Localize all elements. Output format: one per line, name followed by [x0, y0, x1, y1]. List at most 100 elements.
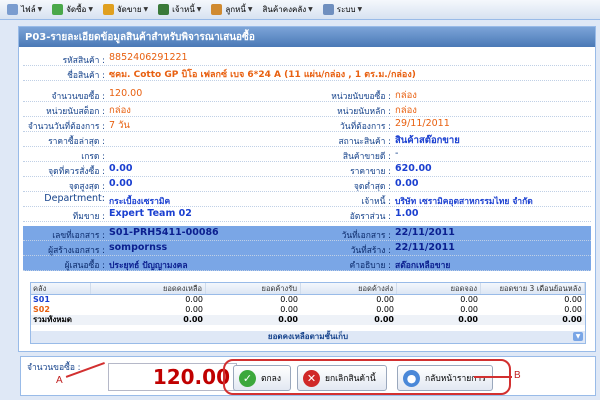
- ok-button[interactable]: ✓ ตกลง: [233, 365, 291, 391]
- warehouse-cell: S01: [33, 295, 50, 304]
- warehouse-grid: คลัง ยอดคงเหลือ ยอดค้างรับ ยอดค้างส่ง ยอ…: [30, 282, 586, 344]
- menu-purchase[interactable]: จัดซื้อ ▼: [47, 1, 98, 19]
- reserved-cell: 0.00: [460, 305, 478, 314]
- days-needed-label: จำนวนวันที่ต้องการ :: [27, 122, 105, 132]
- chevron-down-icon: ▼: [143, 6, 149, 13]
- requester-value: ประยุทธ์ ปัญญามงคล: [109, 261, 188, 271]
- menu-debtor[interactable]: ลูกหนี้ ▼: [206, 1, 257, 19]
- back-label: กลับหน้ารายการ: [425, 374, 486, 384]
- table-row[interactable]: S01 0.00 0.00 0.00 0.00 0.00: [31, 295, 585, 305]
- row-reorder-point: จุดที่ควรสั่งซื้อ : 0.00 ราคาขาย : 620.0…: [23, 162, 591, 177]
- total-balance: 0.00: [183, 315, 203, 324]
- days-needed-value: 7 วัน: [109, 120, 130, 131]
- menu-debtor-label: ลูกหนี้: [225, 5, 246, 14]
- menu-bar: ไฟล์ ▼ จัดซื้อ ▼ จัดขาย ▼ เจ้าหนี้ ▼ ลูกหนี้…: [0, 0, 600, 20]
- min-point-value: 0.00: [395, 178, 419, 189]
- system-icon: [322, 4, 334, 15]
- menu-system[interactable]: ระบบ ▼: [318, 1, 367, 19]
- sale-price-label: ราคาขาย :: [350, 167, 391, 177]
- row-grade: เกรด : สินค้าขายดี : -: [23, 147, 591, 162]
- status-label: สถานะสินค้า :: [338, 137, 391, 147]
- requester-label: ผู้เสนอซื้อ :: [64, 261, 105, 271]
- total-reserved: 0.00: [458, 315, 478, 324]
- main-unit-label: หน่วยนับหลัก :: [337, 107, 391, 117]
- row-max-point: จุดสูงสุด : 0.00 จุดต่ำสุด : 0.00: [23, 177, 591, 192]
- total-pending-send: 0.00: [374, 315, 394, 324]
- shelf-balance-label: ยอดคงเหลือตามชั้นเก็บ: [267, 332, 349, 341]
- grid-header-reserved[interactable]: ยอดจอง: [397, 283, 481, 294]
- created-date-value: 22/11/2011: [395, 242, 455, 253]
- balance-cell: 0.00: [185, 295, 203, 304]
- chevron-down-icon: ▼: [247, 6, 253, 13]
- supplier-label: เจ้าหนี้ :: [361, 197, 391, 207]
- total-sales-3m: 0.00: [562, 315, 582, 324]
- grid-header-warehouse[interactable]: คลัง: [31, 283, 91, 294]
- grid-header-balance[interactable]: ยอดคงเหลือ: [91, 283, 206, 294]
- purchase-icon: [52, 4, 64, 15]
- shelf-balance-toggle[interactable]: ยอดคงเหลือตามชั้นเก็บ ▼: [31, 331, 585, 343]
- menu-system-label: ระบบ: [336, 5, 356, 14]
- department-label: Department:: [44, 193, 105, 204]
- grid-header: คลัง ยอดคงเหลือ ยอดค้างรับ ยอดค้างส่ง ยอ…: [31, 283, 585, 295]
- product-code-value: 8852406291221: [109, 52, 188, 63]
- date-needed-value: 29/11/2011: [395, 118, 450, 129]
- qty-input[interactable]: [108, 363, 237, 391]
- back-to-list-button[interactable]: ● กลับหน้ารายการ: [397, 365, 493, 391]
- product-name-label: ชื่อสินค้า :: [67, 71, 105, 81]
- row-creator: ผู้สร้างเอกสาร : sompornss วันที่สร้าง :…: [23, 241, 591, 256]
- min-point-label: จุดต่ำสุด :: [353, 182, 391, 192]
- menu-creditor-label: เจ้าหนี้: [172, 5, 195, 14]
- menu-file[interactable]: ไฟล์ ▼: [2, 1, 47, 19]
- doc-date-label: วันที่เอกสาร :: [341, 231, 391, 241]
- grid-header-pending-send[interactable]: ยอดค้างส่ง: [301, 283, 397, 294]
- max-point-label: จุดสูงสุด :: [68, 182, 105, 192]
- creator-label: ผู้สร้างเอกสาร :: [48, 246, 105, 256]
- row-team: ทีมขาย : Expert Team 02 อัตราส่วน : 1.00: [23, 207, 591, 222]
- row-latest-cost: ราคาซื้อล่าสุด : สถานะสินค้า : สินค้าสต๊…: [23, 132, 591, 147]
- cancel-icon: ✕: [303, 369, 320, 387]
- menu-sales-label: จัดขาย: [116, 5, 142, 14]
- sale-price-value: 620.00: [395, 163, 432, 174]
- doc-date-value: 22/11/2011: [395, 227, 455, 238]
- check-icon: ✓: [239, 369, 256, 387]
- ratio-label: อัตราส่วน :: [349, 212, 391, 222]
- panel-title: P03-รายละเอียดข้อมูลสินค้าสำหรับพิจารณาเ…: [19, 27, 595, 47]
- chevron-down-icon: ▼: [308, 6, 313, 13]
- row-department: Department: กระเบื้องเซรามิค เจ้าหนี้ : …: [23, 192, 591, 207]
- pending-receive-cell: 0.00: [280, 305, 298, 314]
- date-needed-label: วันที่ต้องการ :: [339, 122, 391, 132]
- stock-unit-label: หน่วยนับสต็อก :: [46, 107, 105, 117]
- status-value: สินค้าสต๊อกขาย: [395, 135, 460, 146]
- row-days-needed: จำนวนวันที่ต้องการ : 7 วัน วันที่ต้องการ…: [23, 117, 591, 132]
- balance-cell: 0.00: [185, 305, 203, 314]
- pending-send-cell: 0.00: [376, 295, 394, 304]
- menu-creditor[interactable]: เจ้าหนี้ ▼: [153, 1, 206, 19]
- total-pending-receive: 0.00: [278, 315, 298, 324]
- qty-label: จำนวนขอซื้อ :: [27, 363, 81, 373]
- back-icon: ●: [403, 369, 420, 387]
- chevron-down-icon: ▼: [88, 6, 93, 13]
- menu-inventory-label: สินค้าคงคลัง: [262, 5, 307, 14]
- chevron-down-icon: ▼: [357, 6, 363, 13]
- grid-header-pending-receive[interactable]: ยอดค้างรับ: [206, 283, 301, 294]
- doc-no-label: เลขที่เอกสาร :: [52, 231, 105, 241]
- button-group: ✓ ตกลง ✕ ยกเลิกสินค้านี้ ● กลับหน้ารายกา…: [223, 359, 511, 395]
- menu-sales[interactable]: จัดขาย ▼: [98, 1, 153, 19]
- ok-label: ตกลง: [261, 374, 282, 384]
- table-row[interactable]: S02 0.00 0.00 0.00 0.00 0.00: [31, 305, 585, 315]
- team-label: ทีมขาย :: [72, 212, 105, 222]
- menu-inventory[interactable]: สินค้าคงคลัง ▼: [258, 1, 318, 19]
- team-value: Expert Team 02: [109, 208, 192, 219]
- cancel-label: ยกเลิกสินค้านี้: [325, 374, 376, 384]
- grid-header-sales-3m[interactable]: ยอดขาย 3 เดือนย้อนหลัง: [481, 283, 585, 294]
- cancel-item-button[interactable]: ✕ ยกเลิกสินค้านี้: [297, 365, 387, 391]
- expand-icon[interactable]: ▼: [573, 332, 583, 341]
- description-value: สต๊อกเหลือขาย: [395, 261, 451, 271]
- menu-file-label: ไฟล์: [21, 5, 36, 14]
- request-unit-label: หน่วยนับขอซื้อ :: [331, 92, 391, 102]
- creditor-icon: [158, 4, 170, 15]
- pending-send-cell: 0.00: [376, 305, 394, 314]
- order-qty-value: 120.00: [109, 88, 143, 99]
- row-doc-no: เลขที่เอกสาร : S01-PRH5411-00086 วันที่เ…: [23, 226, 591, 241]
- last-sold-label: สินค้าขายดี :: [342, 152, 391, 162]
